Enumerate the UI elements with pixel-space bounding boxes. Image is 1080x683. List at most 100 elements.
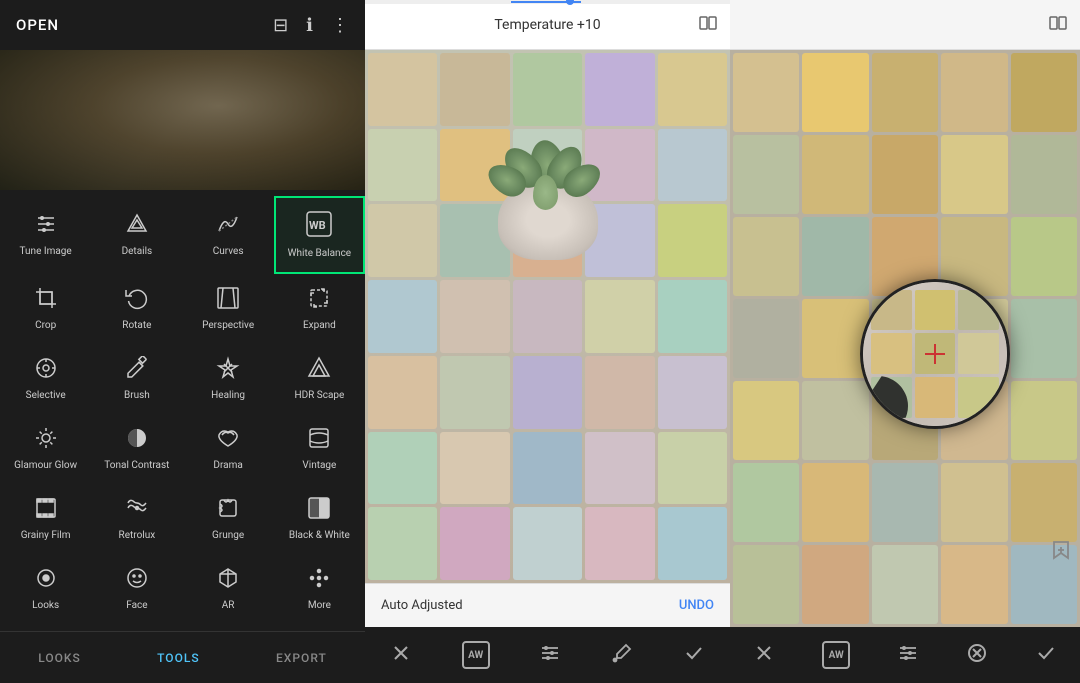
perspective-label: Perspective (202, 320, 254, 332)
tool-black-white[interactable]: Black & White (274, 484, 365, 554)
tools-container: Tune Image Details Cur (0, 190, 365, 631)
tool-white-balance[interactable]: WB White Balance (274, 196, 365, 274)
ar-icon (216, 566, 240, 594)
curves-icon (216, 212, 240, 240)
vintage-label: Vintage (302, 460, 336, 472)
top-bar: OPEN ⊟ ℹ ⋮ (0, 0, 365, 50)
healing-icon (216, 356, 240, 384)
tool-healing[interactable]: Healing (183, 344, 274, 414)
vintage-icon (307, 426, 331, 454)
ar-label: AR (222, 600, 235, 612)
right-close-button[interactable] (753, 642, 775, 668)
face-icon (125, 566, 149, 594)
tool-more[interactable]: More (274, 554, 365, 624)
brush-icon (125, 356, 149, 384)
confirm-button[interactable] (683, 642, 705, 669)
drama-label: Drama (213, 460, 242, 472)
close-button[interactable] (390, 642, 412, 669)
eyedropper-button[interactable] (611, 642, 633, 669)
auto-wb-button[interactable]: AW (462, 641, 490, 669)
brush-label: Brush (124, 390, 150, 402)
left-panel: OPEN ⊟ ℹ ⋮ Tune Image (0, 0, 365, 683)
rotate-label: Rotate (122, 320, 151, 332)
retrolux-label: Retrolux (119, 530, 156, 542)
perspective-icon (216, 286, 240, 314)
bookmark-icon[interactable] (1050, 539, 1072, 565)
tool-grunge[interactable]: Grunge (183, 484, 274, 554)
glamour-icon (34, 426, 58, 454)
undo-button[interactable]: UNDO (679, 598, 714, 613)
sliders-button[interactable] (539, 642, 561, 669)
tune-label: Tune Image (20, 246, 72, 258)
wb-icon: WB (305, 210, 333, 242)
crop-label: Crop (35, 320, 56, 332)
filter-icon[interactable]: ⊟ (273, 15, 288, 36)
tool-expand[interactable]: Expand (274, 274, 365, 344)
grainy-label: Grainy Film (21, 530, 71, 542)
right-bottom-bar: AW (730, 627, 1080, 683)
tonal-icon (125, 426, 149, 454)
tool-hdr-scape[interactable]: HDR Scape (274, 344, 365, 414)
face-label: Face (126, 600, 147, 612)
more-icon[interactable]: ⋮ (331, 15, 349, 36)
info-icon[interactable]: ℹ (306, 15, 313, 36)
tool-details[interactable]: Details (91, 196, 182, 274)
right-auto-wb-button[interactable]: AW (822, 641, 850, 669)
retrolux-icon (125, 496, 149, 524)
details-icon (125, 212, 149, 240)
tool-crop[interactable]: Crop (0, 274, 91, 344)
temperature-label: Temperature +10 (494, 17, 600, 33)
svg-text:WB: WB (309, 219, 326, 232)
editor-top-bar: Temperature +10 (365, 0, 730, 50)
right-confirm-button[interactable] (1035, 642, 1057, 668)
selective-label: Selective (26, 390, 66, 402)
healing-label: Healing (211, 390, 245, 402)
tool-vintage[interactable]: Vintage (274, 414, 365, 484)
nav-tools[interactable]: TOOLS (137, 643, 219, 673)
nav-looks[interactable]: LOOKS (18, 643, 101, 673)
auto-adjusted-text: Auto Adjusted (381, 598, 463, 613)
hdr-label: HDR Scape (294, 390, 344, 402)
glamour-label: Glamour Glow (14, 460, 77, 472)
tool-tune-image[interactable]: Tune Image (0, 196, 91, 274)
curves-label: Curves (213, 246, 244, 258)
tool-looks[interactable]: Looks (0, 554, 91, 624)
tool-ar[interactable]: AR (183, 554, 274, 624)
tool-retrolux[interactable]: Retrolux (91, 484, 182, 554)
editor-bottom-bar: AW (365, 627, 730, 683)
tool-drama[interactable]: Drama (183, 414, 274, 484)
tool-brush[interactable]: Brush (91, 344, 182, 414)
tune-icon (34, 212, 58, 240)
tool-perspective[interactable]: Perspective (183, 274, 274, 344)
crop-icon (34, 286, 58, 314)
details-label: Details (122, 246, 153, 258)
preview-image (0, 50, 365, 190)
nav-export[interactable]: EXPORT (256, 643, 347, 673)
tool-rotate[interactable]: Rotate (91, 274, 182, 344)
tonal-label: Tonal Contrast (104, 460, 169, 472)
tools-grid: Tune Image Details Cur (0, 196, 365, 624)
split-icon-right (1048, 13, 1068, 37)
right-editor-image (730, 50, 1080, 627)
right-sliders-button[interactable] (897, 642, 919, 668)
app-title: OPEN (16, 16, 59, 34)
expand-label: Expand (303, 320, 336, 332)
tool-tonal-contrast[interactable]: Tonal Contrast (91, 414, 182, 484)
tool-face[interactable]: Face (91, 554, 182, 624)
right-top-bar (730, 0, 1080, 50)
bw-label: Black & White (289, 530, 350, 542)
hdr-icon (307, 356, 331, 384)
tool-glamour-glow[interactable]: Glamour Glow (0, 414, 91, 484)
looks-icon (34, 566, 58, 594)
tool-selective[interactable]: Selective (0, 344, 91, 414)
tool-grainy-film[interactable]: Grainy Film (0, 484, 91, 554)
magnifier (860, 279, 1010, 429)
tool-curves[interactable]: Curves (183, 196, 274, 274)
rotate-icon (125, 286, 149, 314)
editor-status-bar: Auto Adjusted UNDO (365, 583, 730, 627)
right-cancel-button[interactable] (966, 642, 988, 668)
looks-item-label: Looks (32, 600, 59, 612)
photo-preview[interactable] (0, 50, 365, 190)
drama-icon (216, 426, 240, 454)
split-view-icon[interactable] (698, 13, 718, 37)
